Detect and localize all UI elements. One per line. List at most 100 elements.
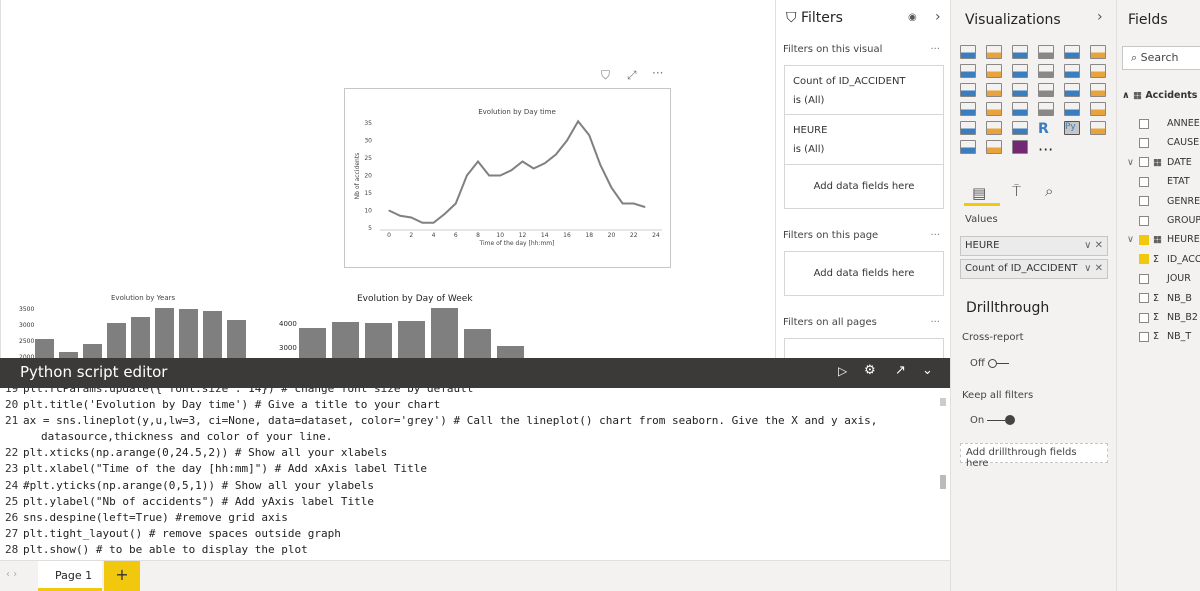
- field-checkbox[interactable]: [1139, 196, 1149, 207]
- run-script-icon[interactable]: ▷: [838, 364, 847, 378]
- field-item[interactable]: ∨ ▦ HEURE: [1127, 234, 1200, 248]
- visual-type-icon[interactable]: [1090, 121, 1106, 135]
- field-item[interactable]: ETAT: [1127, 176, 1190, 190]
- visual-type-icon[interactable]: [986, 83, 1002, 97]
- keep-filters-toggle[interactable]: On: [970, 415, 1016, 426]
- settings-gear-icon[interactable]: ⚙: [864, 363, 876, 378]
- field-item[interactable]: JOUR: [1127, 273, 1191, 287]
- code-line[interactable]: 25 plt.ylabel("Nb of accidents") # Add yA…: [5, 494, 950, 510]
- visual-type-icon[interactable]: [1012, 121, 1028, 135]
- code-line[interactable]: 23 plt.xlabel("Time of the day [hh:mm]") …: [5, 461, 950, 477]
- visual-type-icon[interactable]: [960, 140, 976, 154]
- filter-card-count[interactable]: Count of ID_ACCIDENT is (All): [784, 65, 944, 117]
- visual-type-icon[interactable]: [960, 102, 976, 116]
- field-checkbox[interactable]: [1139, 293, 1149, 304]
- visual-type-icon[interactable]: [960, 83, 976, 97]
- field-checkbox[interactable]: [1139, 273, 1149, 284]
- field-item[interactable]: ANNEE: [1127, 118, 1200, 132]
- format-paint-roller-icon[interactable]: ⍑: [1012, 182, 1021, 200]
- visual-type-icon[interactable]: [986, 140, 1002, 154]
- field-item[interactable]: GENRE: [1127, 196, 1200, 210]
- visual-type-icon[interactable]: [986, 64, 1002, 78]
- code-line[interactable]: 27 plt.tight_layout() # remove spaces out…: [5, 526, 950, 542]
- visual-type-icon[interactable]: [1038, 64, 1054, 78]
- field-item[interactable]: Σ NB_B2: [1127, 312, 1198, 326]
- python-visual[interactable]: Evolution by Day time 0 2 4 6 8 10 12 14 16 18 20 22…: [344, 88, 671, 268]
- visual-type-icon[interactable]: [1064, 64, 1080, 78]
- code-line[interactable]: 19 plt.rcParams.update({'font.size': 14})…: [5, 388, 950, 397]
- field-checkbox[interactable]: [1139, 137, 1149, 148]
- field-item[interactable]: Σ ID_ACCIDENT: [1127, 254, 1200, 268]
- more-options-icon[interactable]: ···: [652, 66, 663, 80]
- more-icon[interactable]: ···: [930, 317, 940, 328]
- open-external-editor-icon[interactable]: ↗: [895, 363, 906, 378]
- eye-icon[interactable]: ◉: [908, 12, 917, 23]
- code-line[interactable]: datasource,thickness and color of your l…: [5, 429, 950, 445]
- more-icon[interactable]: ···: [930, 44, 940, 55]
- value-field-heure[interactable]: HEURE ∨ ✕: [960, 236, 1108, 256]
- visual-type-icon[interactable]: [1064, 102, 1080, 116]
- analytics-magnifier-icon[interactable]: ⌕: [1045, 182, 1053, 200]
- field-checkbox[interactable]: [1139, 215, 1149, 226]
- fields-search-input[interactable]: ⌕ Search: [1122, 46, 1200, 70]
- visual-type-icon[interactable]: [986, 102, 1002, 116]
- visual-type-icon[interactable]: [1012, 64, 1028, 78]
- scrollbar-thumb[interactable]: [940, 398, 946, 406]
- visual-type-icon[interactable]: [960, 121, 976, 135]
- field-item[interactable]: ∨ ▦ DATE: [1127, 157, 1192, 171]
- visual-type-icon[interactable]: [1090, 45, 1106, 59]
- week-bar-chart[interactable]: [299, 300, 559, 358]
- visual-type-icon[interactable]: [1064, 45, 1080, 59]
- field-checkbox[interactable]: [1139, 331, 1149, 342]
- focus-mode-icon[interactable]: ⤢: [627, 68, 637, 83]
- visual-type-icon[interactable]: [986, 121, 1002, 135]
- filter-icon[interactable]: ⛉: [601, 68, 610, 83]
- field-checkbox[interactable]: [1139, 176, 1149, 187]
- field-item[interactable]: Σ NB_B: [1127, 293, 1192, 307]
- field-checkbox[interactable]: [1139, 312, 1149, 323]
- visual-type-icon[interactable]: [1012, 102, 1028, 116]
- code-line[interactable]: 21 ax = sns.lineplot(y,u,lw=3, ci=None, d…: [5, 413, 950, 429]
- field-item[interactable]: Σ NB_T: [1127, 331, 1191, 345]
- add-drillthrough-well[interactable]: Add drillthrough fields here: [960, 443, 1108, 469]
- years-bar-chart[interactable]: [35, 300, 255, 358]
- visual-type-icon[interactable]: [1090, 64, 1106, 78]
- remove-chevron-close-icon[interactable]: ∨ ✕: [1084, 240, 1103, 251]
- collapse-viz-chevron-icon[interactable]: ›: [1097, 9, 1103, 25]
- field-checkbox[interactable]: [1139, 234, 1149, 245]
- add-page-button[interactable]: +: [104, 561, 140, 591]
- visual-type-icon[interactable]: [960, 45, 976, 59]
- field-checkbox[interactable]: [1139, 157, 1149, 168]
- more-icon[interactable]: ···: [930, 230, 940, 241]
- collapse-editor-chevron-icon[interactable]: ⌄: [922, 363, 933, 378]
- field-checkbox[interactable]: [1139, 118, 1149, 129]
- visual-type-icon[interactable]: [1012, 45, 1028, 59]
- fields-well-icon[interactable]: ▤: [972, 184, 986, 202]
- code-line[interactable]: 22 plt.xticks(np.arange(0,24.5,2)) # Show…: [5, 445, 950, 461]
- power-apps-icon[interactable]: [1012, 140, 1028, 154]
- code-line[interactable]: 20 plt.title('Evolution by Day time') # G…: [5, 397, 950, 413]
- remove-chevron-close-icon[interactable]: ∨ ✕: [1084, 263, 1103, 274]
- visual-type-icon[interactable]: [1038, 83, 1054, 97]
- code-line[interactable]: 28 plt.show() # to be able to display the…: [5, 542, 950, 558]
- field-item[interactable]: CAUSE: [1127, 137, 1199, 151]
- python-code-editor[interactable]: 19 plt.rcParams.update({'font.size': 14})…: [0, 388, 950, 560]
- scrollbar-thumb-2[interactable]: [940, 475, 946, 489]
- value-field-count[interactable]: Count of ID_ACCIDENT ∨ ✕: [960, 259, 1108, 279]
- python-visual-icon[interactable]: Py: [1064, 121, 1080, 135]
- visual-type-icon[interactable]: [1090, 83, 1106, 97]
- code-line[interactable]: 26 sns.despine(left=True) #remove grid ax…: [5, 510, 950, 526]
- visual-type-icon[interactable]: [1012, 83, 1028, 97]
- visual-type-icon[interactable]: [1038, 45, 1054, 59]
- visual-type-icon[interactable]: [986, 45, 1002, 59]
- table-accidents[interactable]: ∧ ▦ Accidents: [1122, 90, 1197, 104]
- visual-type-icon[interactable]: [960, 64, 976, 78]
- field-item[interactable]: GROUPE: [1127, 215, 1200, 229]
- visual-type-icon[interactable]: [1064, 83, 1080, 97]
- tab-page-1[interactable]: Page 1: [38, 561, 102, 591]
- tab-scroll-arrows-icon[interactable]: ‹ ›: [6, 569, 17, 580]
- cross-report-toggle[interactable]: Off: [970, 358, 1009, 369]
- field-checkbox[interactable]: [1139, 254, 1149, 265]
- visual-type-icon[interactable]: [1090, 102, 1106, 116]
- collapse-filters-chevron-icon[interactable]: ›: [935, 9, 941, 25]
